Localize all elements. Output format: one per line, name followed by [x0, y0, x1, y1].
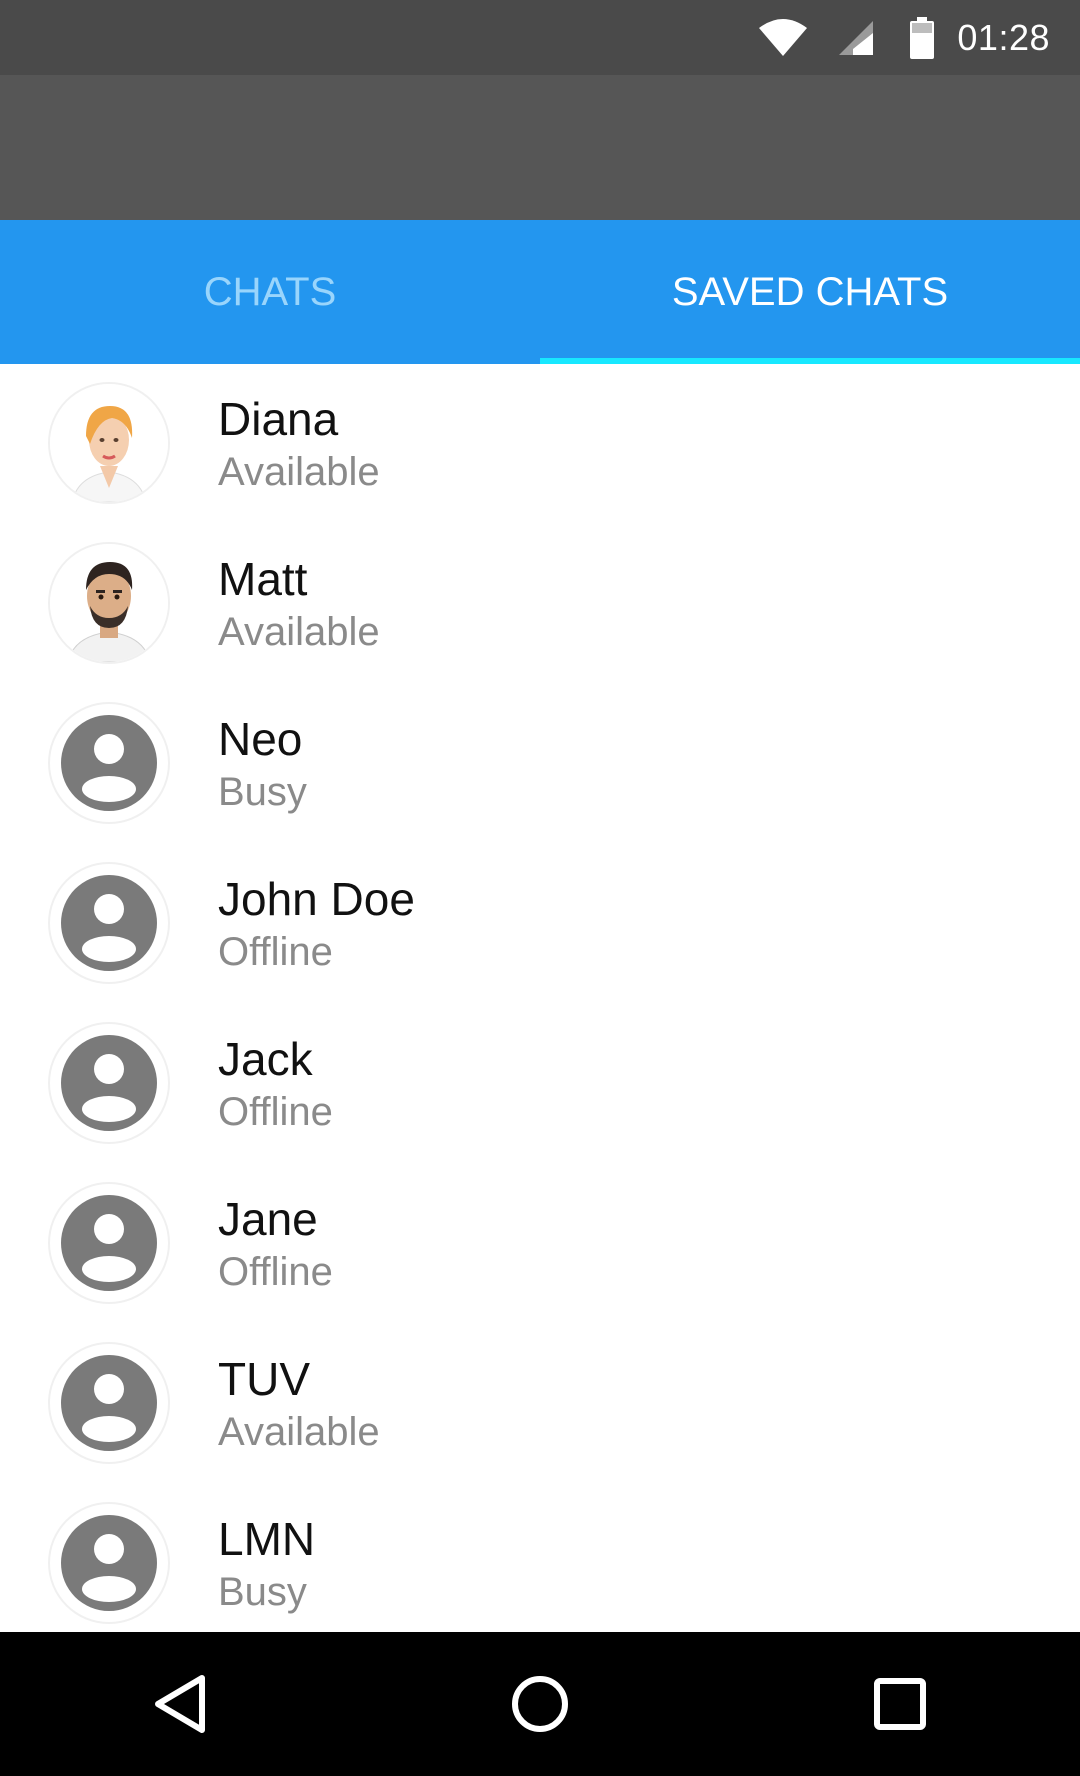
account-circle-icon — [61, 1195, 157, 1291]
contact-status: Available — [218, 610, 380, 654]
contact-name: Jack — [218, 1033, 313, 1085]
contact-row[interactable]: Jack Offline — [0, 1004, 1080, 1164]
contact-row[interactable]: Neo Busy — [0, 684, 1080, 844]
contact-row[interactable]: LMN Busy — [0, 1484, 1080, 1632]
contact-row[interactable]: John Doe Offline — [0, 844, 1080, 1004]
home-circle-icon — [512, 1676, 568, 1732]
woman-photo-icon — [50, 384, 168, 502]
contact-status: Offline — [218, 1090, 333, 1134]
avatar — [50, 1344, 168, 1462]
avatar — [50, 544, 168, 662]
back-button[interactable] — [110, 1644, 250, 1764]
avatar — [50, 384, 168, 502]
contact-status: Available — [218, 1410, 380, 1454]
contact-row[interactable]: Jane Offline — [0, 1164, 1080, 1324]
account-circle-icon — [61, 875, 157, 971]
contact-row[interactable]: Diana Available — [0, 364, 1080, 524]
avatar — [50, 704, 168, 822]
status-bar: 01:28 — [0, 0, 1080, 75]
contact-name: Diana — [218, 393, 339, 445]
recents-button[interactable] — [830, 1644, 970, 1764]
wifi-icon — [757, 18, 809, 58]
contact-status: Busy — [218, 770, 307, 814]
contact-name: Matt — [218, 553, 308, 605]
tab-chats[interactable]: CHATS — [0, 220, 540, 364]
contact-name: LMN — [218, 1513, 316, 1565]
battery-icon — [909, 16, 935, 59]
app-bar — [0, 75, 1080, 220]
avatar — [50, 864, 168, 982]
clock: 01:28 — [957, 16, 1050, 58]
home-button[interactable] — [470, 1644, 610, 1764]
man-photo-icon — [50, 544, 168, 662]
contact-status: Busy — [218, 1570, 307, 1614]
cell-signal-icon — [837, 19, 875, 57]
tab-saved-chats-label: SAVED CHATS — [671, 269, 949, 314]
contact-status: Offline — [218, 930, 333, 974]
recents-square-icon — [874, 1678, 926, 1730]
contact-name: Neo — [218, 713, 303, 765]
contact-status: Offline — [218, 1250, 333, 1294]
tab-bar: CHATS SAVED CHATS — [0, 220, 1080, 364]
account-circle-icon — [61, 715, 157, 811]
contact-name: Jane — [218, 1193, 318, 1245]
contact-name: TUV — [218, 1353, 310, 1405]
avatar — [50, 1184, 168, 1302]
contact-status: Available — [218, 450, 380, 494]
tab-saved-chats[interactable]: SAVED CHATS — [540, 220, 1080, 364]
contact-row[interactable]: TUV Available — [0, 1324, 1080, 1484]
contact-row[interactable]: Matt Available — [0, 524, 1080, 684]
contact-list: Diana Available Matt Available Neo Busy … — [0, 364, 1080, 1632]
account-circle-icon — [61, 1035, 157, 1131]
account-circle-icon — [61, 1355, 157, 1451]
avatar — [50, 1504, 168, 1622]
avatar — [50, 1024, 168, 1142]
back-triangle-icon — [155, 1675, 205, 1733]
navigation-bar — [0, 1632, 1080, 1776]
status-icons: 01:28 — [757, 16, 1050, 59]
account-circle-icon — [61, 1515, 157, 1611]
contact-name: John Doe — [218, 873, 415, 925]
